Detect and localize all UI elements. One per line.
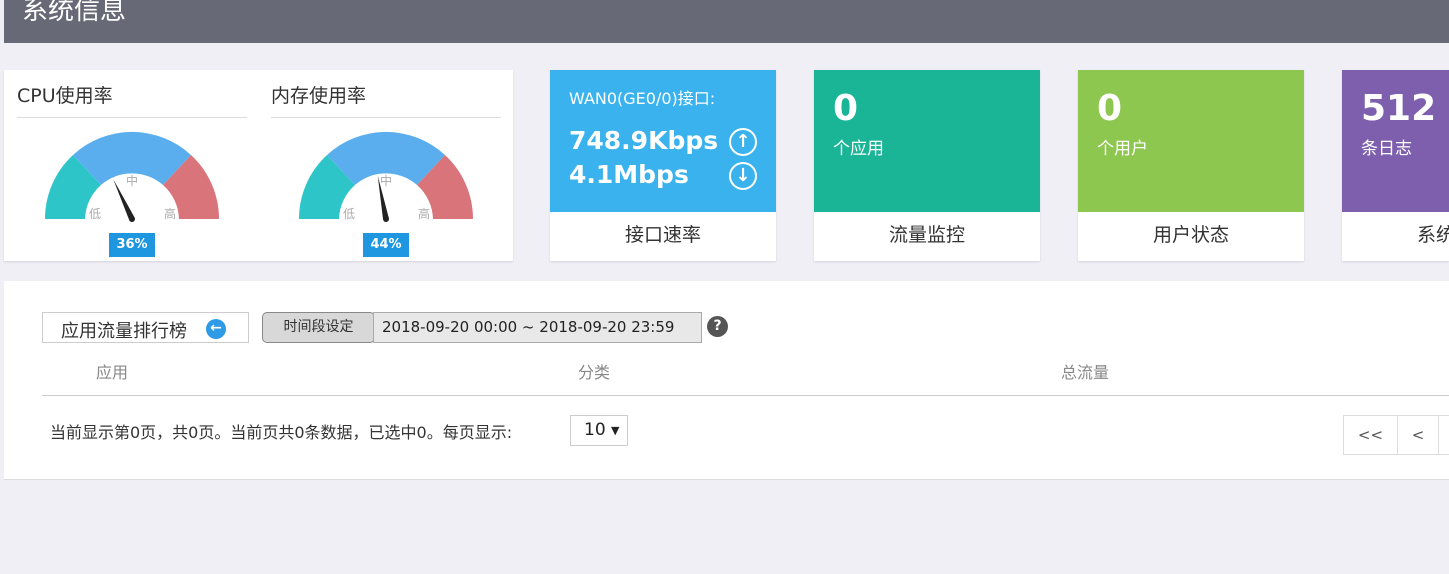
- wan-card-top: WAN0(GE0/0)接口: 748.9Kbps ↑ 4.1Mbps ↓: [550, 70, 776, 212]
- pager-info: 当前显示第0页，共0页。当前页共0条数据，已选中0。每页显示:: [50, 423, 513, 442]
- page-size-value: 10: [584, 420, 606, 440]
- table-header-divider: [42, 395, 1449, 396]
- traffic-card-top: 0 个应用: [814, 70, 1040, 212]
- log-count: 512: [1361, 88, 1437, 129]
- time-range-button[interactable]: 时间段设定: [262, 312, 375, 343]
- cpu-usage-badge: 36%: [109, 233, 155, 257]
- memory-gauge-dial: 中 低 高: [298, 131, 473, 222]
- cpu-gauge: CPU使用率 中 低 高 36%: [17, 70, 249, 261]
- app-count-label: 个应用: [833, 139, 884, 159]
- ranking-title: 应用流量排行榜: [61, 321, 187, 342]
- gauge-mid-label: 中: [380, 173, 392, 188]
- next-page-button[interactable]: [1438, 415, 1449, 455]
- download-arrow-icon: ↓: [729, 162, 757, 190]
- help-icon[interactable]: ?: [707, 316, 728, 337]
- memory-gauge-title: 内存使用率: [271, 85, 367, 107]
- gauge-low-label: 低: [343, 207, 355, 221]
- cpu-gauge-title: CPU使用率: [17, 85, 113, 107]
- cpu-gauge-dial: 中 低 高: [44, 131, 220, 222]
- usage-gauges-card: CPU使用率 中 低 高 36% 内存使用率 中 低 高 44%: [4, 70, 513, 261]
- system-log-card[interactable]: 512 条日志 系统日志: [1342, 70, 1449, 261]
- divider: [271, 117, 501, 118]
- memory-gauge: 内存使用率 中 低 高 44%: [271, 70, 503, 261]
- user-count: 0: [1097, 88, 1123, 129]
- log-card-top: 512 条日志: [1342, 70, 1449, 212]
- traffic-monitor-card[interactable]: 0 个应用 流量监控: [814, 70, 1040, 261]
- gauge-high-label: 高: [418, 206, 430, 221]
- column-header-app[interactable]: 应用: [96, 359, 128, 383]
- log-card-footer[interactable]: 系统日志: [1342, 212, 1449, 261]
- page-title: 系统信息: [22, 0, 127, 26]
- app-count: 0: [833, 88, 859, 129]
- log-count-label: 条日志: [1361, 139, 1412, 159]
- time-range-field[interactable]: 2018-09-20 00:00 ~ 2018-09-20 23:59: [373, 312, 702, 343]
- wan-upload-speed: 748.9Kbps: [569, 126, 719, 155]
- back-arrow-icon[interactable]: ←: [206, 319, 226, 339]
- wan-card-footer[interactable]: 接口速率: [550, 212, 776, 261]
- chevron-down-icon: ▼: [611, 424, 620, 437]
- user-card-footer[interactable]: 用户状态: [1078, 212, 1304, 261]
- memory-usage-badge: 44%: [363, 233, 409, 257]
- gauge-low-label: 低: [89, 207, 101, 221]
- page-size-select[interactable]: 10 ▼: [570, 415, 628, 446]
- wan-download-speed: 4.1Mbps: [569, 160, 689, 189]
- gauge-mid-label: 中: [126, 173, 138, 188]
- prev-page-button[interactable]: <: [1397, 415, 1439, 455]
- user-status-card[interactable]: 0 个用户 用户状态: [1078, 70, 1304, 261]
- gauge-high-label: 高: [164, 206, 176, 221]
- user-count-label: 个用户: [1097, 139, 1148, 159]
- column-header-total-traffic[interactable]: 总流量: [1061, 359, 1109, 383]
- user-card-top: 0 个用户: [1078, 70, 1304, 212]
- first-page-button[interactable]: <<: [1343, 415, 1398, 455]
- ranking-title-box: 应用流量排行榜 ←: [42, 312, 249, 343]
- divider: [17, 117, 247, 118]
- app-traffic-ranking-panel: 应用流量排行榜 ← 时间段设定 2018-09-20 00:00 ~ 2018-…: [4, 281, 1449, 480]
- traffic-card-footer[interactable]: 流量监控: [814, 212, 1040, 261]
- column-header-category[interactable]: 分类: [578, 359, 610, 383]
- wan-interface-card[interactable]: WAN0(GE0/0)接口: 748.9Kbps ↑ 4.1Mbps ↓ 接口速…: [550, 70, 776, 261]
- wan-interface-heading: WAN0(GE0/0)接口:: [569, 89, 716, 108]
- upload-arrow-icon: ↑: [729, 128, 757, 156]
- header-bar: 系统信息: [4, 0, 1449, 43]
